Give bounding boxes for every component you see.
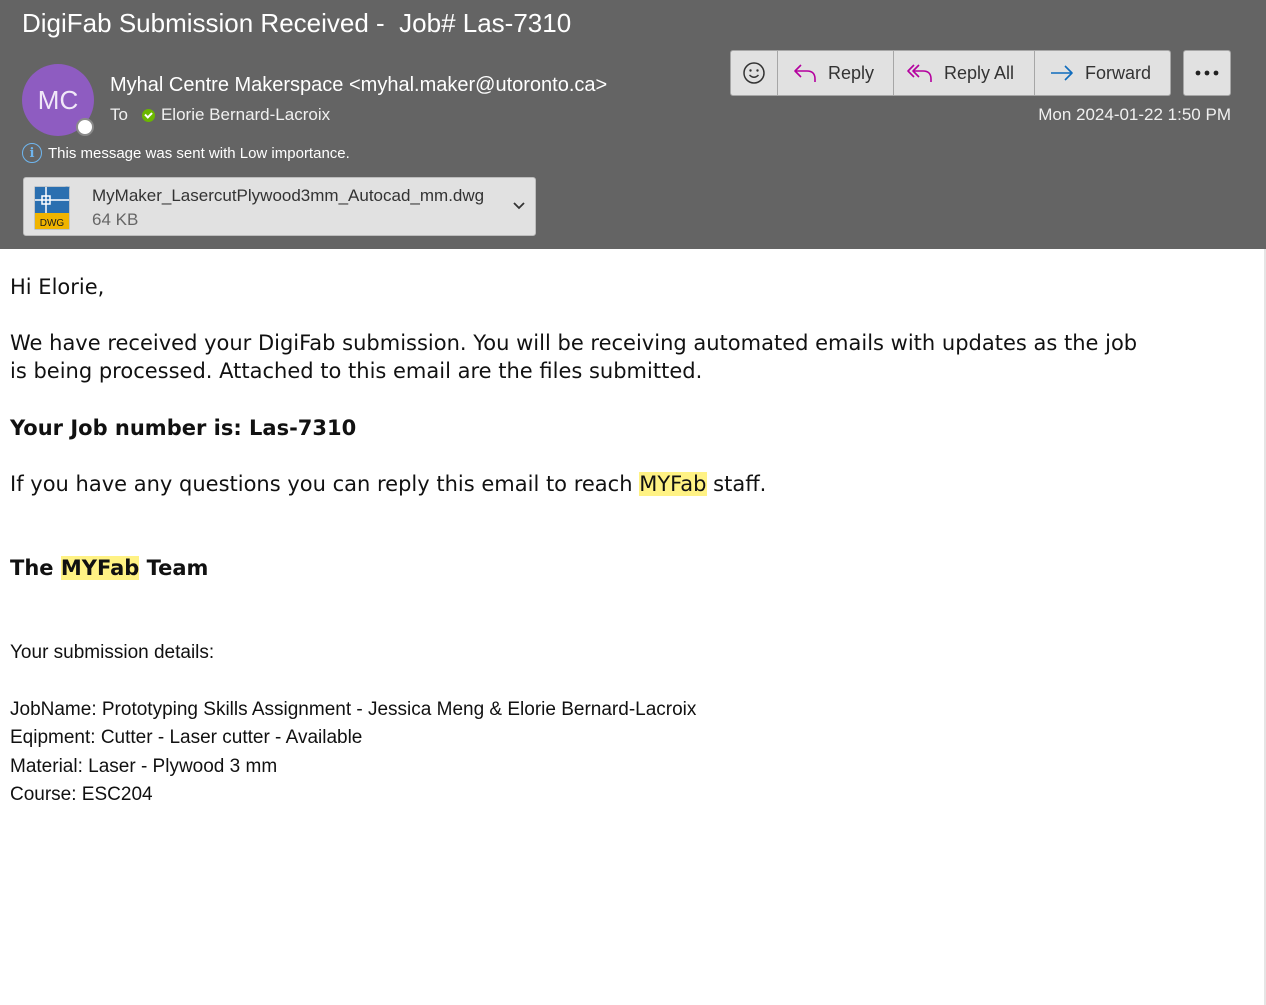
sent-date: Mon 2024-01-22 1:50 PM	[1038, 105, 1231, 124]
attachment-name: MyMaker_LasercutPlywood3mm_Autocad_mm.dw…	[92, 186, 485, 205]
recipient-row: To Elorie Bernard-Lacroix	[110, 105, 330, 125]
importance-notice: i This message was sent with Low importa…	[22, 143, 350, 163]
detail-equipment: Eqipment: Cutter - Laser cutter - Availa…	[10, 727, 363, 748]
questions-line: If you have any questions you can reply …	[10, 470, 766, 498]
forward-label: Forward	[1085, 62, 1152, 83]
body-paragraph-line-1: We have received your DigiFab submission…	[10, 331, 1138, 355]
questions-text-start: If you have any questions you can reply …	[10, 472, 640, 496]
forward-arrow-icon	[1051, 65, 1073, 81]
action-toolbar: Reply Reply All Forward	[730, 50, 1171, 96]
avatar-initials: MC	[37, 84, 79, 115]
message-header: DigiFab Submission Received - Job# Las-7…	[0, 0, 1266, 249]
signature-text-end: Team	[139, 556, 209, 580]
reply-button[interactable]: Reply	[778, 50, 894, 96]
reply-all-label: Reply All	[944, 62, 1015, 83]
reply-icon	[794, 64, 816, 82]
signature-line: The MYFab Team	[10, 554, 208, 582]
svg-text:™: ™	[65, 186, 70, 192]
attachment-size: 64 KB	[92, 210, 139, 229]
detail-job-name: JobName: Prototyping Skills Assignment -…	[10, 699, 697, 720]
job-number-line: Your Job number is: Las-7310	[10, 416, 357, 440]
questions-text-end: staff.	[706, 472, 767, 496]
dwg-badge-text: DWG	[40, 218, 65, 229]
available-status-icon	[141, 108, 155, 122]
dwg-file-icon: DWG ™	[34, 186, 70, 230]
to-label: To	[110, 105, 128, 124]
forward-button[interactable]: Forward	[1035, 50, 1171, 96]
body-paragraph-line-2: is being processed. Attached to this ema…	[10, 359, 703, 383]
reply-all-icon	[907, 64, 932, 82]
detail-material: Material: Laser - Plywood 3 mm	[10, 756, 278, 777]
highlighted-myfab: MYFab	[639, 472, 707, 496]
presence-status-icon	[76, 118, 94, 136]
attachment-card[interactable]: DWG ™ MyMaker_LasercutPlywood3mm_Autocad…	[23, 177, 536, 236]
more-actions-button[interactable]	[1183, 50, 1231, 96]
smiley-icon	[743, 62, 765, 84]
more-icon	[1195, 70, 1219, 76]
reply-label: Reply	[828, 62, 875, 83]
chevron-down-icon[interactable]	[509, 196, 529, 216]
importance-text: This message was sent with Low importanc…	[48, 144, 350, 162]
signature-highlighted-myfab: MYFab	[60, 556, 140, 580]
reply-all-button[interactable]: Reply All	[894, 50, 1035, 96]
email-subject: DigiFab Submission Received - Job# Las-7…	[22, 8, 572, 38]
detail-course: Course: ESC204	[10, 784, 153, 805]
signature-text-start: The	[10, 556, 61, 580]
greeting: Hi Elorie,	[10, 275, 105, 299]
sender-name[interactable]: Myhal Centre Makerspace <myhal.maker@uto…	[110, 74, 607, 97]
recipient-name[interactable]: Elorie Bernard-Lacroix	[161, 105, 330, 125]
info-icon: i	[22, 143, 42, 163]
emoji-reaction-button[interactable]	[730, 50, 778, 96]
details-heading: Your submission details:	[10, 642, 215, 663]
